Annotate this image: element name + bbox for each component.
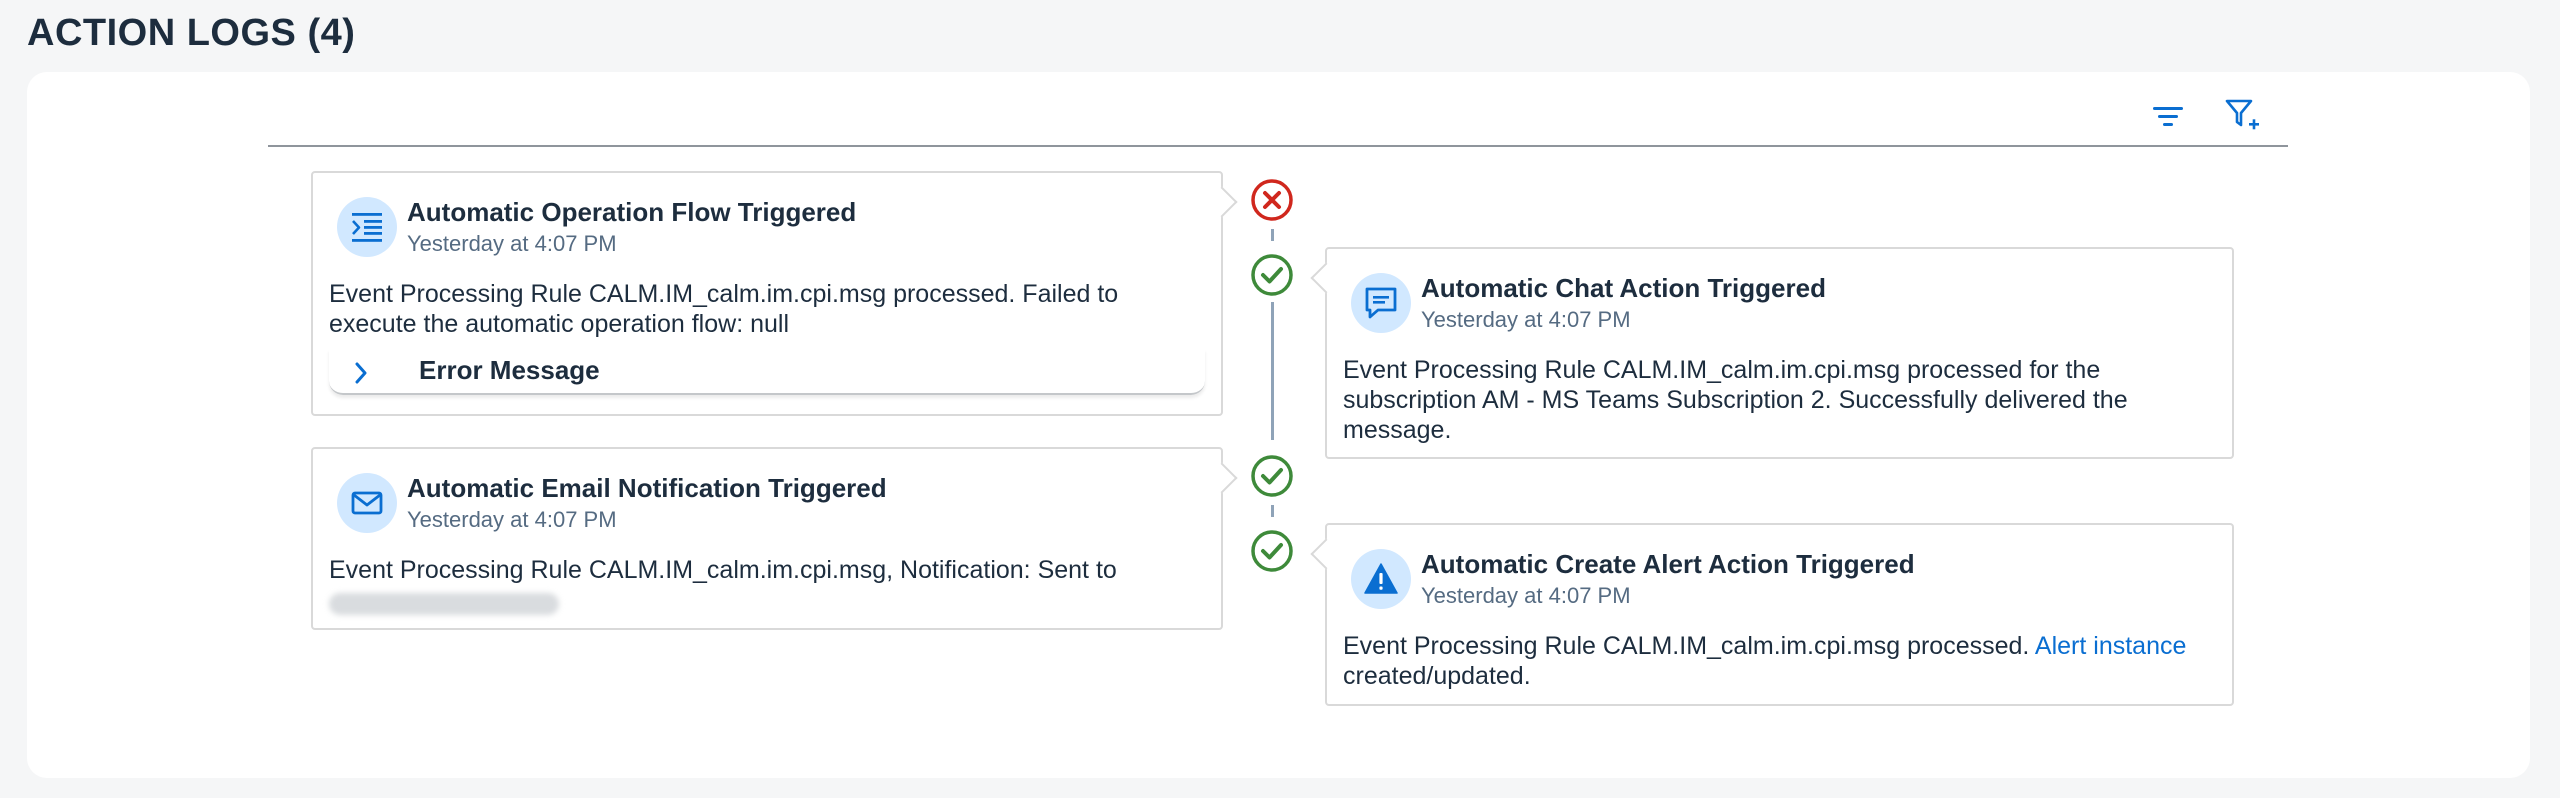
timeline-node-error (1250, 178, 1294, 222)
avatar (1351, 549, 1411, 609)
avatar (337, 197, 397, 257)
chat-icon (1365, 287, 1397, 319)
avatar (1351, 273, 1411, 333)
chevron-right-icon (355, 362, 367, 384)
alert-instance-link[interactable]: Alert instance (2035, 632, 2186, 660)
card-timestamp: Yesterday at 4:07 PM (1421, 583, 1631, 608)
timeline-node-success (1250, 454, 1294, 498)
success-circle-icon (1251, 254, 1293, 296)
timeline-connector (1271, 505, 1274, 517)
message-text: Event Processing Rule CALM.IM_calm.im.cp… (329, 556, 1117, 584)
log-card-create-alert: Automatic Create Alert Action Triggered … (1310, 523, 2234, 706)
card-message: Event Processing Rule CALM.IM_calm.im.cp… (329, 555, 1207, 616)
card-timestamp: Yesterday at 4:07 PM (407, 507, 617, 532)
timeline-connector (1271, 229, 1274, 241)
redacted-recipient (329, 593, 559, 616)
timeline-node-success (1250, 253, 1294, 297)
add-filter-button[interactable] (2218, 96, 2266, 136)
card-timestamp: Yesterday at 4:07 PM (1421, 307, 1631, 332)
timeline-connector (1271, 302, 1274, 440)
card-message: Event Processing Rule CALM.IM_calm.im.cp… (1343, 631, 2218, 691)
success-circle-icon (1251, 530, 1293, 572)
expander-label: Error Message (419, 355, 600, 385)
toolbar-divider (268, 145, 2288, 147)
sort-button[interactable] (2144, 96, 2192, 136)
message-text: Event Processing Rule CALM.IM_calm.im.cp… (1343, 632, 2035, 660)
message-text: created/updated. (1343, 662, 1531, 690)
card-timestamp: Yesterday at 4:07 PM (407, 231, 617, 256)
timeline-node-success (1250, 529, 1294, 573)
card-title: Automatic Operation Flow Triggered (407, 197, 857, 227)
alert-icon (1364, 563, 1398, 594)
card-message: Event Processing Rule CALM.IM_calm.im.cp… (329, 280, 1119, 338)
error-message-expander[interactable]: Error Message (329, 349, 1205, 395)
card-title: Automatic Create Alert Action Triggered (1421, 549, 1915, 579)
email-icon (351, 491, 383, 515)
page-title: ACTION LOGS (4) (27, 12, 356, 54)
card-message: Event Processing Rule CALM.IM_calm.im.cp… (1343, 356, 2128, 444)
filter-add-icon (2225, 99, 2259, 130)
success-circle-icon (1251, 455, 1293, 497)
operation-flow-icon (352, 213, 382, 242)
card-title: Automatic Chat Action Triggered (1421, 273, 1826, 303)
error-circle-icon (1251, 179, 1293, 221)
sort-lines-icon (2153, 107, 2183, 126)
log-card-chat-action: Automatic Chat Action Triggered Yesterda… (1310, 247, 2234, 459)
log-card-email-notification: Automatic Email Notification Triggered Y… (311, 447, 1238, 630)
card-title: Automatic Email Notification Triggered (407, 473, 887, 503)
log-card-operation-flow: Automatic Operation Flow Triggered Yeste… (311, 171, 1238, 416)
avatar (337, 473, 397, 533)
